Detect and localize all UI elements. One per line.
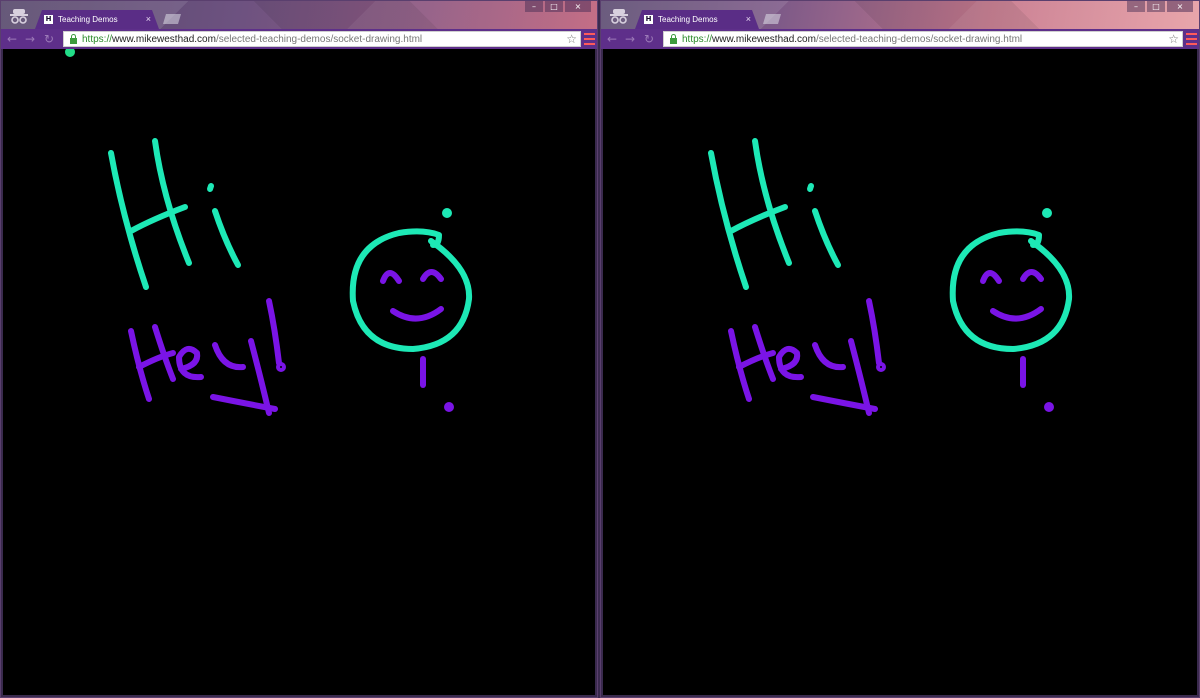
window-controls: – □ ×	[1127, 1, 1193, 12]
star-icon[interactable]: ☆	[566, 32, 577, 46]
close-window-button[interactable]: ×	[1167, 1, 1193, 12]
maximize-button[interactable]: □	[545, 1, 563, 12]
drawing-strokes	[65, 49, 473, 416]
drawing-hi	[108, 138, 241, 290]
tab-title: Teaching Demos	[658, 15, 718, 24]
browser-window-left: H Teaching Demos × – □ × ← → ↻ https://w…	[0, 0, 598, 698]
toolbar: ← → ↻ https://www.mikewesthad.com/select…	[1, 29, 597, 49]
drawing-hey	[728, 298, 886, 416]
close-window-button[interactable]: ×	[565, 1, 591, 12]
address-bar[interactable]: https://www.mikewesthad.com/selected-tea…	[663, 31, 1183, 47]
incognito-icon	[10, 9, 28, 24]
forward-icon[interactable]: →	[25, 32, 35, 46]
new-tab-button[interactable]	[763, 14, 781, 24]
forward-icon[interactable]: →	[625, 32, 635, 46]
drawing-canvas[interactable]	[3, 49, 595, 695]
back-icon[interactable]: ←	[607, 32, 617, 46]
drawing-canvas[interactable]	[603, 49, 1197, 695]
menu-icon[interactable]	[1186, 33, 1197, 45]
toolbar: ← → ↻ https://www.mikewesthad.com/select…	[601, 29, 1199, 49]
tab-teaching-demos[interactable]: H Teaching Demos ×	[35, 10, 159, 29]
maximize-button[interactable]: □	[1147, 1, 1165, 12]
drawing-strokes	[708, 138, 1073, 416]
back-icon[interactable]: ←	[7, 32, 17, 46]
tab-close-icon[interactable]: ×	[146, 15, 151, 24]
lock-icon	[670, 33, 677, 44]
reload-icon[interactable]: ↻	[644, 32, 654, 46]
menu-icon[interactable]	[584, 33, 595, 45]
cursor-dot	[65, 49, 75, 57]
address-bar[interactable]: https://www.mikewesthad.com/selected-tea…	[63, 31, 581, 47]
drawing-hi	[708, 138, 841, 290]
browser-window-right: H Teaching Demos × – □ × ← → ↻ https://w…	[600, 0, 1200, 698]
tab-title: Teaching Demos	[58, 15, 118, 24]
minimize-button[interactable]: –	[525, 1, 543, 12]
incognito-icon	[610, 9, 628, 24]
star-icon[interactable]: ☆	[1168, 32, 1179, 46]
favicon-icon: H	[45, 15, 52, 23]
url-text: https://www.mikewesthad.com/selected-tea…	[82, 33, 423, 45]
tab-close-icon[interactable]: ×	[746, 15, 751, 24]
url-text: https://www.mikewesthad.com/selected-tea…	[682, 33, 1023, 45]
reload-icon[interactable]: ↻	[44, 32, 54, 46]
favicon-icon: H	[645, 15, 652, 23]
drawing-smiley	[949, 208, 1073, 412]
title-bar: H Teaching Demos × – □ ×	[601, 1, 1199, 29]
drawing-hey	[128, 298, 286, 416]
window-controls: – □ ×	[525, 1, 591, 12]
minimize-button[interactable]: –	[1127, 1, 1145, 12]
drawing-smiley	[349, 208, 473, 412]
new-tab-button[interactable]	[163, 14, 181, 24]
title-bar: H Teaching Demos × – □ ×	[1, 1, 597, 29]
tab-teaching-demos[interactable]: H Teaching Demos ×	[635, 10, 759, 29]
lock-icon	[70, 33, 77, 44]
